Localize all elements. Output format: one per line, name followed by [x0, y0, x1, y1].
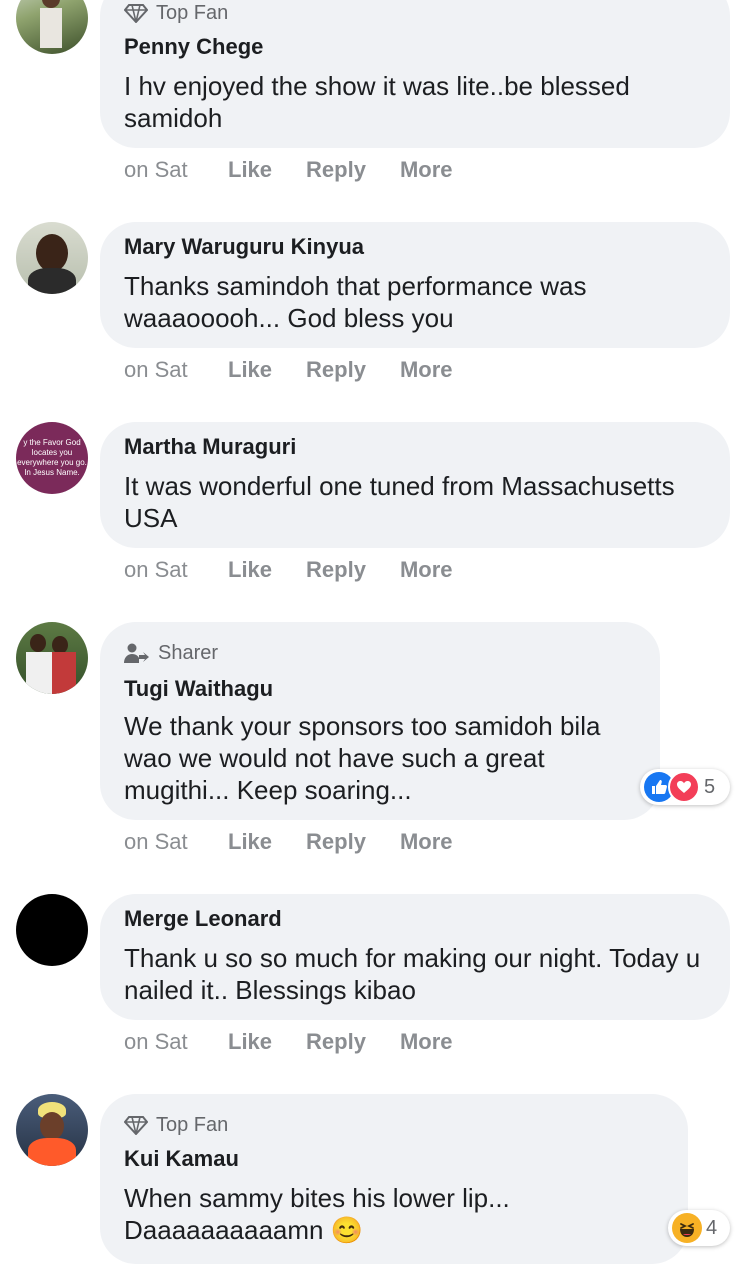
- reaction-count: 5: [704, 775, 716, 798]
- comment-actions: on Sat Like Reply More: [124, 827, 487, 857]
- commenter-name[interactable]: Mary Waruguru Kinyua: [124, 234, 364, 260]
- diamond-icon: [124, 1116, 148, 1135]
- top-fan-badge: Top Fan: [124, 0, 228, 26]
- comment-bubble: Merge Leonard Thank u so so much for mak…: [100, 894, 730, 1020]
- comment-bubble: Mary Waruguru Kinyua Thanks samindoh tha…: [100, 222, 730, 348]
- commenter-name[interactable]: Penny Chege: [124, 34, 263, 60]
- avatar-caption: y the Favor God locates you everywhere y…: [17, 438, 87, 477]
- commenter-name[interactable]: Kui Kamau: [124, 1146, 239, 1172]
- diamond-icon: [124, 4, 148, 23]
- comment-text-body: When sammy bites his lower lip... Daaaaa…: [124, 1183, 510, 1245]
- commenter-name[interactable]: Martha Muraguri: [124, 434, 296, 460]
- avatar[interactable]: [16, 222, 88, 294]
- comment-time[interactable]: on Sat: [124, 1029, 228, 1055]
- badge-label: Sharer: [158, 641, 219, 664]
- like-button[interactable]: Like: [228, 157, 272, 183]
- like-button[interactable]: Like: [228, 1029, 272, 1055]
- comment-text: Thank u so so much for making our night.…: [124, 943, 701, 1005]
- commenter-name[interactable]: Merge Leonard: [124, 906, 282, 932]
- comment-time[interactable]: on Sat: [124, 157, 228, 183]
- like-button[interactable]: Like: [228, 357, 272, 383]
- top-fan-badge: Top Fan: [124, 1112, 228, 1138]
- comment-actions: on Sat Like Reply More: [124, 355, 487, 385]
- comment-bubble: Top Fan Kui Kamau When sammy bites his l…: [100, 1094, 688, 1264]
- badge-label: Top Fan: [156, 1113, 229, 1136]
- comment-time[interactable]: on Sat: [124, 357, 228, 383]
- more-button[interactable]: More: [400, 829, 453, 855]
- comment-bubble: Martha Muraguri It was wonderful one tun…: [100, 422, 730, 548]
- avatar[interactable]: [16, 0, 88, 54]
- more-button[interactable]: More: [400, 357, 453, 383]
- more-button[interactable]: More: [400, 557, 453, 583]
- reply-button[interactable]: Reply: [306, 1029, 366, 1055]
- more-button[interactable]: More: [400, 1029, 453, 1055]
- comment-bubble: Sharer Tugi Waithagu We thank your spons…: [100, 622, 660, 820]
- more-button[interactable]: More: [400, 157, 453, 183]
- commenter-name[interactable]: Tugi Waithagu: [124, 676, 273, 702]
- comment-actions: on Sat Like Reply More: [124, 555, 487, 585]
- reply-button[interactable]: Reply: [306, 829, 366, 855]
- like-button[interactable]: Like: [228, 829, 272, 855]
- avatar[interactable]: [16, 622, 88, 694]
- comment-text: It was wonderful one tuned from Massachu…: [124, 471, 675, 533]
- reply-button[interactable]: Reply: [306, 157, 366, 183]
- comment-text: We thank your sponsors too samidoh bila …: [124, 711, 601, 805]
- avatar[interactable]: [16, 894, 88, 966]
- comment-text: Thanks samindoh that performance was waa…: [124, 271, 587, 333]
- share-person-icon: [124, 643, 149, 663]
- reply-button[interactable]: Reply: [306, 357, 366, 383]
- haha-reaction-icon: [672, 1213, 702, 1243]
- avatar[interactable]: [16, 1094, 88, 1166]
- comment-actions: on Sat Like Reply More: [124, 155, 487, 185]
- sharer-badge: Sharer: [124, 640, 218, 666]
- smiling-face-emoji: 😊: [330, 1215, 364, 1245]
- comment-text: When sammy bites his lower lip... Daaaaa…: [124, 1182, 668, 1246]
- badge-label: Top Fan: [156, 1, 229, 24]
- comment-time[interactable]: on Sat: [124, 829, 228, 855]
- like-button[interactable]: Like: [228, 557, 272, 583]
- reaction-count: 4: [706, 1216, 718, 1239]
- comment-text: I hv enjoyed the show it was lite..be bl…: [124, 71, 630, 133]
- avatar[interactable]: y the Favor God locates you everywhere y…: [16, 422, 88, 494]
- reply-button[interactable]: Reply: [306, 557, 366, 583]
- comment-bubble: Top Fan Penny Chege I hv enjoyed the sho…: [100, 0, 730, 148]
- love-reaction-icon: [668, 771, 700, 803]
- reaction-summary[interactable]: 5: [640, 769, 730, 805]
- comment-actions: on Sat Like Reply More: [124, 1027, 487, 1057]
- comment-time[interactable]: on Sat: [124, 557, 228, 583]
- reaction-summary[interactable]: 4: [668, 1210, 730, 1246]
